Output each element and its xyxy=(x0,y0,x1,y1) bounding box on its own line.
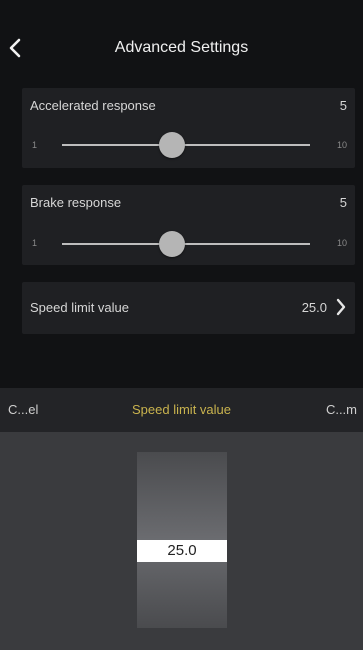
brake-response-slider-track[interactable] xyxy=(62,243,310,245)
accelerated-response-slider-track[interactable] xyxy=(62,144,310,146)
picker-toolbar: C...el Speed limit value C...m xyxy=(0,388,363,432)
chevron-right-icon xyxy=(336,298,346,316)
wheel-selected-value[interactable]: 25.0 xyxy=(137,540,227,562)
speed-limit-wheel[interactable]: 25.0 xyxy=(137,452,227,628)
accelerated-response-slider-thumb[interactable] xyxy=(159,132,186,158)
picker-area: 25.0 xyxy=(0,432,363,650)
accelerated-response-value: 5 xyxy=(339,98,347,113)
status-bar xyxy=(0,0,363,22)
page-title: Advanced Settings xyxy=(114,39,249,56)
accelerated-response-label: Accelerated response xyxy=(30,98,156,113)
speed-limit-row[interactable]: Speed limit value 25.0 xyxy=(22,282,355,334)
brake-response-slider-thumb[interactable] xyxy=(159,231,186,257)
brake-response-value: 5 xyxy=(339,195,347,210)
slider-max-label: 10 xyxy=(336,140,347,150)
nav-bar: Advanced Settings xyxy=(0,26,363,70)
slider-min-label: 1 xyxy=(32,238,38,248)
speed-limit-value: 25.0 xyxy=(301,300,327,315)
slider-max-label: 10 xyxy=(336,238,347,248)
accelerated-response-card: Accelerated response 5 1 10 xyxy=(22,88,355,168)
picker-title: Speed limit value xyxy=(132,402,231,417)
brake-response-label: Brake response xyxy=(30,195,122,210)
confirm-button[interactable]: C...m xyxy=(326,402,357,417)
slider-min-label: 1 xyxy=(32,140,38,150)
brake-response-card: Brake response 5 1 10 xyxy=(22,185,355,265)
speed-limit-label: Speed limit value xyxy=(30,300,129,315)
